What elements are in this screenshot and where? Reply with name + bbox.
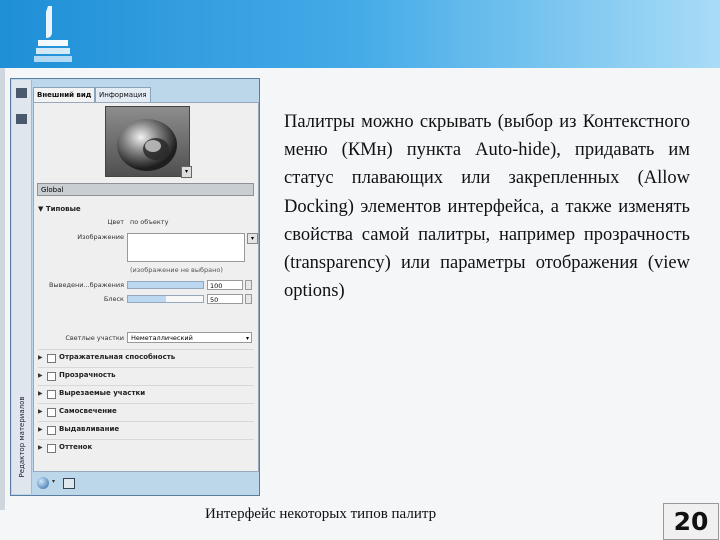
section-label: Прозрачность — [59, 371, 116, 379]
gloss-label: Блеск — [103, 295, 124, 303]
section-label: Отражательная способность — [59, 353, 176, 361]
fade-slider-fill — [128, 282, 203, 288]
highlights-select-value: Неметаллический — [131, 334, 193, 342]
fade-value-field[interactable]: 100 — [207, 280, 243, 290]
pin-icon[interactable] — [16, 88, 27, 98]
fade-spinner[interactable] — [245, 280, 252, 290]
gloss-spinner[interactable] — [245, 294, 252, 304]
checkbox[interactable] — [47, 444, 56, 453]
gloss-slider[interactable] — [127, 295, 204, 303]
fade-label: Выведени...бражения — [49, 281, 124, 289]
material-ball-icon[interactable] — [37, 477, 49, 489]
checkbox[interactable] — [47, 354, 56, 363]
image-browse-button[interactable]: ▾ — [247, 233, 258, 244]
color-value[interactable]: по объекту — [130, 216, 168, 228]
section-tint[interactable]: ▶ Оттенок — [38, 439, 254, 457]
checkbox[interactable] — [47, 372, 56, 381]
section-label: Выдавливание — [59, 425, 120, 433]
section-bump[interactable]: ▶ Выдавливание — [38, 421, 254, 439]
section-label: Оттенок — [59, 443, 93, 451]
material-name-field[interactable]: Global — [37, 183, 254, 196]
checkbox[interactable] — [47, 390, 56, 399]
expand-arrow-icon: ▶ — [38, 444, 43, 451]
image-hint: (изображение не выбрано) — [130, 266, 223, 274]
section-transparency[interactable]: ▶ Прозрачность — [38, 367, 254, 385]
left-accent-bar — [0, 68, 5, 510]
expand-arrow-icon: ▶ — [38, 426, 43, 433]
checkbox[interactable] — [47, 426, 56, 435]
image-label: Изображение — [77, 233, 124, 241]
checkbox[interactable] — [47, 408, 56, 417]
section-label: Вырезаемые участки — [59, 389, 146, 397]
panel-icon[interactable] — [63, 478, 75, 489]
expand-arrow-icon: ▶ — [38, 408, 43, 415]
logo-icon — [34, 6, 72, 62]
tab-appearance[interactable]: Внешний вид — [33, 87, 96, 103]
gloss-value-field[interactable]: 50 — [207, 294, 243, 304]
expand-arrow-icon: ▶ — [38, 354, 43, 361]
dropdown-arrow-icon[interactable]: ▾ — [52, 478, 55, 485]
material-preview[interactable] — [105, 106, 190, 177]
expand-arrow-icon: ▶ — [38, 390, 43, 397]
section-label: Самосвечение — [59, 407, 117, 415]
material-sphere-icon — [117, 119, 177, 171]
palette-vertical-title: Редактор материалов — [18, 396, 26, 478]
chevron-down-icon: ▾ — [245, 335, 249, 342]
expand-arrow-icon: ▶ — [38, 372, 43, 379]
section-self-illumination[interactable]: ▶ Самосвечение — [38, 403, 254, 421]
highlights-select[interactable]: Неметаллический ▾ — [127, 332, 252, 343]
section-generic[interactable]: ▼ Типовые — [38, 204, 81, 214]
material-editor-palette: Редактор материалов Внешний вид Информац… — [10, 78, 260, 496]
tab-information[interactable]: Информация — [95, 87, 151, 103]
section-reflectivity[interactable]: ▶ Отражательная способность — [38, 349, 254, 367]
color-label: Цвет — [107, 218, 124, 226]
image-slot[interactable] — [127, 233, 245, 262]
palette-bottom-toolbar: ▾ — [33, 475, 259, 493]
slide-header-band — [0, 0, 720, 68]
palette-content: ▾ Global ▼ Типовые Цвет по объекту Изобр… — [33, 102, 259, 472]
page-number: 20 — [663, 503, 719, 540]
properties-icon[interactable] — [16, 114, 27, 124]
section-cutouts[interactable]: ▶ Вырезаемые участки — [38, 385, 254, 403]
slide-body-text: Палитры можно скрывать (выбор из Контекс… — [284, 112, 690, 302]
slide-caption: Интерфейс некоторых типов палитр — [205, 506, 437, 522]
fade-slider[interactable] — [127, 281, 204, 289]
section-generic-label: Типовые — [45, 205, 81, 213]
gloss-slider-fill — [128, 296, 166, 302]
preview-dropdown[interactable]: ▾ — [181, 166, 192, 178]
palette-side-strip: Редактор материалов — [12, 80, 32, 494]
highlights-label: Светлые участки — [65, 334, 124, 342]
